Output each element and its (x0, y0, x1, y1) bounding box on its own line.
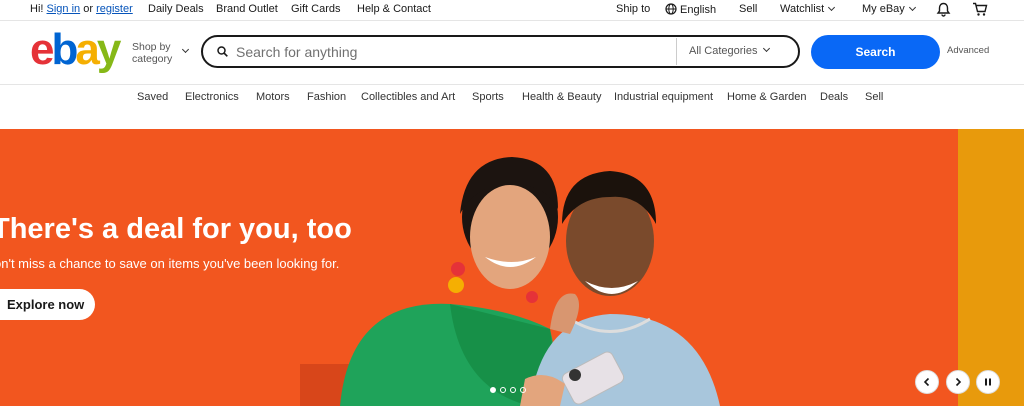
watchlist-label: Watchlist (780, 3, 825, 15)
nav-item-deals[interactable]: Deals (820, 91, 848, 103)
daily-deals-link[interactable]: Daily Deals (148, 3, 204, 15)
carousel-dot[interactable] (500, 387, 506, 393)
search-input[interactable] (236, 43, 666, 61)
search-button[interactable]: Search (811, 35, 940, 69)
greeting: Hi! Sign in or register (30, 3, 133, 15)
hero-title: There's a deal for you, too (0, 213, 352, 245)
bell-icon[interactable] (936, 2, 951, 17)
nav-item-health-beauty[interactable]: Health & Beauty (522, 91, 602, 103)
nav-item-electronics[interactable]: Electronics (185, 91, 239, 103)
nav-item-motors[interactable]: Motors (256, 91, 290, 103)
logo-letter-a: a (75, 25, 100, 74)
carousel-dot[interactable] (490, 387, 496, 393)
carousel-pause-button[interactable] (976, 370, 1000, 394)
hero-side-panel (958, 129, 1024, 406)
shop-by-line2: category (132, 53, 173, 65)
greeting-text: Hi! (30, 3, 44, 15)
chevron-left-icon (923, 377, 930, 387)
logo-letter-e: e (30, 25, 55, 74)
category-divider (676, 38, 677, 65)
language-label: English (680, 4, 717, 16)
or-text: or (83, 3, 93, 15)
hero-photo (300, 157, 720, 406)
logo-letter-b: b (51, 25, 78, 74)
search-bar: All Categories (201, 35, 800, 68)
ebay-logo[interactable]: ebay (30, 25, 122, 74)
brand-outlet-link[interactable]: Brand Outlet (216, 3, 278, 15)
search-icon (217, 46, 228, 57)
nav-item-fashion[interactable]: Fashion (307, 91, 346, 103)
top-divider (0, 20, 1024, 21)
carousel-prev-button[interactable] (915, 370, 939, 394)
cart-icon[interactable] (972, 2, 988, 17)
advanced-search-link[interactable]: Advanced (947, 45, 989, 56)
my-ebay-button[interactable]: My eBay (862, 3, 916, 15)
category-select[interactable]: All Categories (689, 45, 757, 57)
chevron-right-icon (955, 377, 962, 387)
nav-item-sell[interactable]: Sell (865, 91, 883, 103)
carousel-dot[interactable] (510, 387, 516, 393)
register-link[interactable]: register (96, 3, 133, 15)
pause-icon (985, 378, 991, 386)
chevron-down-icon (828, 3, 836, 12)
nav-item-industrial-equipment[interactable]: Industrial equipment (614, 91, 713, 103)
ship-to-button[interactable]: Ship to (616, 3, 650, 15)
chevron-down-icon (908, 3, 916, 12)
globe-icon (665, 3, 677, 15)
watchlist-button[interactable]: Watchlist (780, 3, 836, 15)
help-contact-link[interactable]: Help & Contact (357, 3, 431, 15)
category-nav: Saved Electronics Motors Fashion Collect… (0, 91, 1024, 107)
sign-in-link[interactable]: Sign in (47, 3, 81, 15)
explore-now-button[interactable]: Explore now (0, 289, 95, 320)
sell-link[interactable]: Sell (739, 3, 757, 15)
logo-letter-y: y (96, 25, 122, 74)
top-utility-bar: Hi! Sign in or register Daily Deals Bran… (0, 0, 1024, 20)
language-button[interactable]: English (665, 3, 716, 16)
hero-banner[interactable]: There's a deal for you, too on't miss a … (0, 129, 1024, 406)
carousel-dot[interactable] (520, 387, 526, 393)
hero-subtitle: on't miss a chance to save on items you'… (0, 256, 340, 271)
carousel-next-button[interactable] (946, 370, 970, 394)
nav-item-home-garden[interactable]: Home & Garden (727, 91, 806, 103)
gift-cards-link[interactable]: Gift Cards (291, 3, 341, 15)
carousel-indicators (490, 387, 526, 393)
my-ebay-label: My eBay (862, 3, 905, 15)
chevron-down-icon (181, 45, 190, 54)
shop-by-category-button[interactable]: Shop by category (132, 41, 172, 65)
shop-by-line1: Shop by (132, 41, 171, 53)
chevron-down-icon (762, 44, 771, 53)
nav-item-sports[interactable]: Sports (472, 91, 504, 103)
nav-item-collectibles-art[interactable]: Collectibles and Art (361, 91, 455, 103)
nav-item-saved[interactable]: Saved (137, 91, 168, 103)
header-divider (0, 84, 1024, 85)
